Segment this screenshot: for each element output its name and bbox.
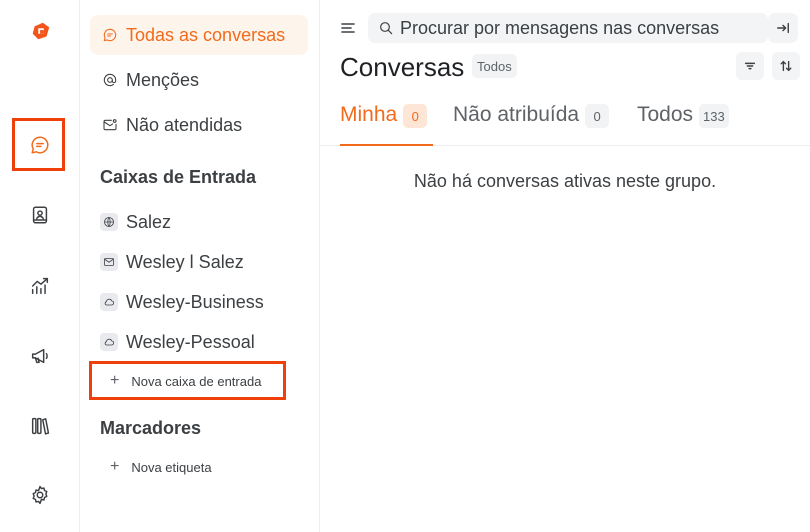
inbox-item-wesley-salez[interactable]: Wesley l Salez [100, 247, 244, 277]
tab-all[interactable]: Todos 133 [637, 96, 729, 146]
gear-icon [32, 485, 48, 505]
rail-campaigns-button[interactable] [22, 338, 58, 374]
inbox-item-label: Salez [126, 211, 172, 232]
tab-label: Não atribuída [453, 103, 580, 126]
search-bar[interactable] [368, 13, 768, 43]
cloud-icon [100, 293, 118, 311]
tab-label: Minha [340, 103, 398, 126]
nav-all-conversations[interactable]: Todas as conversas [90, 15, 308, 55]
globe-icon [100, 213, 118, 231]
rail-library-button[interactable] [22, 408, 58, 444]
megaphone-icon [31, 348, 48, 364]
collapse-panel-button[interactable] [768, 13, 798, 43]
filter-lines-icon [744, 62, 756, 70]
chat-bubble-icon [103, 28, 117, 42]
rail-reports-button[interactable] [22, 268, 58, 304]
filter-button[interactable] [736, 52, 764, 80]
inbox-item-label: Wesley l Salez [126, 251, 244, 272]
search-icon [380, 22, 393, 35]
inbox-item-salez[interactable]: Salez [100, 207, 171, 237]
conversations-sidebar: Todas as conversas Menções Não atendidas… [80, 0, 320, 532]
rail-settings-button[interactable] [22, 477, 58, 513]
tab-count-badge: 133 [699, 104, 729, 128]
inboxes-section-title: Caixas de Entrada [100, 167, 257, 187]
rail-contacts-button[interactable] [22, 197, 58, 233]
tab-mine[interactable]: Minha 0 [340, 96, 433, 146]
page-title: Conversas [340, 52, 465, 82]
empty-state-message: Não há conversas ativas neste grupo. [413, 171, 717, 191]
nav-unattended-label: Não atendidas [126, 114, 243, 135]
arrow-right-to-line-icon [777, 22, 789, 34]
inbox-item-label: Wesley-Business [126, 291, 264, 312]
inbox-item-wesley-business[interactable]: Wesley-Business [100, 287, 264, 317]
inbox-item-label: Wesley-Pessoal [126, 331, 255, 352]
tab-unassigned[interactable]: Não atribuída 0 [453, 96, 610, 146]
status-filter-badge[interactable]: Todos [472, 54, 517, 78]
assignee-tabs: Minha 0 Não atribuída 0 Todos 133 [320, 96, 810, 146]
tab-count-badge: 0 [403, 104, 428, 128]
primary-nav-rail [0, 0, 80, 532]
chart-trend-icon [31, 277, 49, 295]
sort-arrows-icon [780, 60, 792, 72]
conversations-highlight-box [12, 118, 65, 171]
nav-mentions[interactable]: Menções [90, 60, 308, 100]
search-input[interactable] [400, 17, 760, 39]
nav-all-conversations-label: Todas as conversas [126, 24, 286, 45]
at-sign-icon [103, 73, 117, 87]
tab-label: Todos [637, 103, 694, 126]
labels-section-title: Marcadores [100, 418, 202, 438]
nav-unattended[interactable]: Não atendidas [90, 105, 308, 145]
library-books-icon [31, 417, 50, 435]
conversation-list-pane: Conversas Todos Minha 0 Não atribuída 0 … [320, 0, 810, 532]
cloud-icon [100, 333, 118, 351]
mail-icon [100, 253, 118, 271]
inbox-item-wesley-pessoal[interactable]: Wesley-Pessoal [100, 327, 255, 357]
new-label-button[interactable]: + Nova etiqueta [110, 459, 212, 475]
plus-icon: + [110, 458, 120, 475]
new-inbox-highlight-box [89, 361, 286, 400]
app-logo-icon[interactable] [28, 18, 54, 44]
menu-lines-icon [341, 23, 355, 33]
new-label-label: Nova etiqueta [131, 459, 212, 475]
sort-button[interactable] [772, 52, 800, 80]
contact-book-icon [32, 206, 48, 224]
nav-mentions-label: Menções [126, 69, 200, 90]
menu-toggle-button[interactable] [340, 20, 356, 36]
mail-unread-icon [103, 119, 117, 131]
tab-count-badge: 0 [585, 104, 610, 128]
